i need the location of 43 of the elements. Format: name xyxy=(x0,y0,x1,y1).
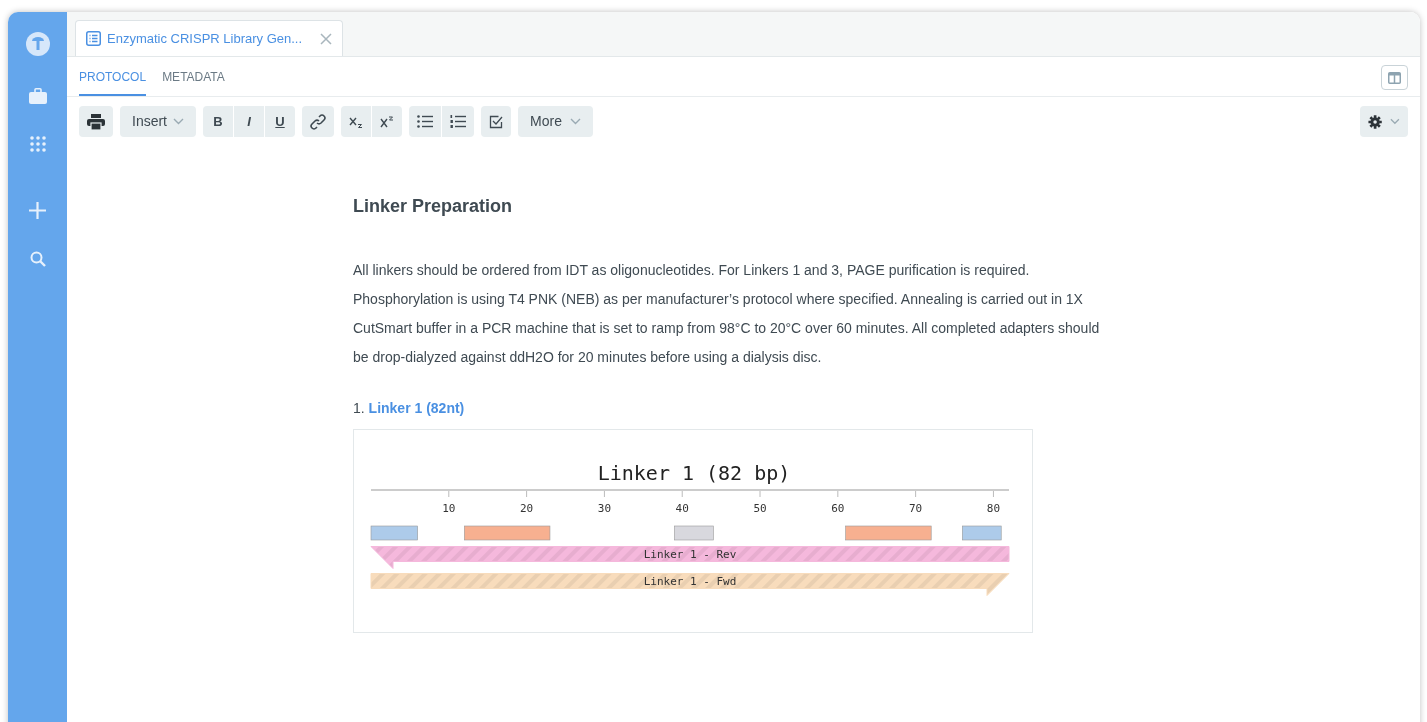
checklist-button[interactable] xyxy=(481,106,511,137)
primer-label: Linker 1 - Fwd xyxy=(643,574,737,588)
document-icon xyxy=(86,31,101,46)
numbered-list-icon xyxy=(450,115,466,128)
settings-dropdown[interactable] xyxy=(1360,106,1408,137)
superscript-icon xyxy=(380,115,394,128)
subscript-button[interactable] xyxy=(341,106,371,137)
print-button[interactable] xyxy=(79,106,113,137)
tick-label: 20 xyxy=(520,501,534,515)
split-view-button[interactable] xyxy=(1381,65,1408,90)
list-number: 1. xyxy=(353,399,365,416)
tick-label: 70 xyxy=(909,501,923,515)
more-dropdown[interactable]: More xyxy=(518,106,593,137)
numbered-list-button[interactable] xyxy=(442,106,474,137)
section-heading: Linker Preparation xyxy=(353,196,514,218)
section-tab[interactable]: METADATA xyxy=(162,68,225,96)
settings-icon xyxy=(1368,113,1383,130)
link-icon xyxy=(310,113,326,130)
split-view-icon xyxy=(1388,71,1401,84)
underline-button[interactable]: U xyxy=(265,106,295,137)
caret-icon xyxy=(173,118,184,125)
insert-dropdown[interactable]: Insert xyxy=(120,106,196,137)
italic-button[interactable]: I xyxy=(234,106,264,137)
bulleted-list-icon xyxy=(417,115,433,128)
checkbox-icon xyxy=(489,114,503,129)
bold-button[interactable]: B xyxy=(203,106,233,137)
caret-icon xyxy=(569,118,581,125)
subscript-icon xyxy=(349,115,363,128)
tick-label: 30 xyxy=(597,501,612,515)
tick-label: 50 xyxy=(753,501,767,515)
printer-icon xyxy=(87,113,105,130)
tab-title: Enzymatic CRISPR Library Gen... xyxy=(107,29,303,48)
tick-label: 80 xyxy=(986,501,1001,515)
tick-label: 10 xyxy=(442,501,456,515)
paragraph: All linkers should be ordered from IDT as oligonucleotides. For Linkers 1 and 3, PAGE purification is required. Phosphorylation is using T4 PNK (NEB) as per manufacturer’s protocol where specified. Annealing is carried out in 1X CutSmart buffer in a PCR machine that is set to ramp from 98°C to 20°C over 60 minutes. All completed adapters should be drop-dialyzed against ddH2O for 20 minutes before using a dialysis disc. xyxy=(353,260,1101,367)
tick-label: 40 xyxy=(675,501,689,515)
caret-icon xyxy=(1390,118,1400,125)
tick-label: 60 xyxy=(831,501,845,515)
superscript-button[interactable] xyxy=(372,106,402,137)
bulleted-list-button[interactable] xyxy=(409,106,441,137)
link-button[interactable] xyxy=(302,106,334,137)
map-title: Linker 1 (82 bp) xyxy=(597,460,791,485)
primer-label: Linker 1 - Rev xyxy=(643,547,737,561)
